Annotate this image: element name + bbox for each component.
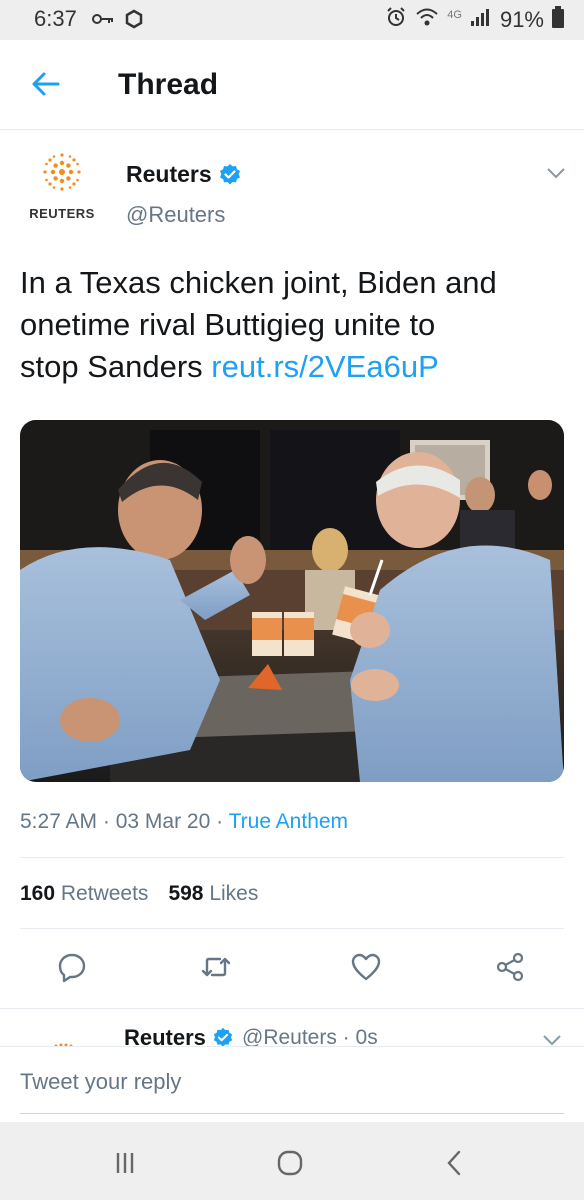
restaurant-photo-image	[20, 420, 564, 782]
tweet-text-line: onetime rival Buttigieg unite to	[20, 307, 436, 342]
wifi-icon	[415, 6, 439, 34]
avatar[interactable]: REUTERS	[20, 150, 104, 230]
author-handle[interactable]: @Reuters	[126, 202, 225, 228]
likes-label: Likes	[209, 882, 259, 905]
tweet-stats: 160 Retweets 598 Likes	[20, 882, 258, 906]
reply-underline	[20, 1113, 564, 1114]
retweets-stat[interactable]: 160 Retweets	[20, 882, 148, 906]
retweets-label: Retweets	[60, 882, 149, 905]
share-icon[interactable]	[494, 951, 526, 983]
likes-count: 598	[168, 882, 204, 905]
status-time: 6:37	[34, 6, 77, 31]
reply-icon[interactable]	[56, 951, 88, 983]
sync-icon	[124, 9, 144, 34]
key-icon	[92, 12, 114, 31]
tweet-source[interactable]: True Anthem	[229, 810, 348, 833]
tweet-text: In a Texas chicken joint, Biden and onet…	[20, 262, 570, 388]
tweet-date: 03 Mar 20	[115, 810, 211, 833]
reply-input[interactable]: Tweet your reply	[20, 1069, 181, 1095]
avatar-label: REUTERS	[29, 206, 95, 221]
like-icon[interactable]	[350, 951, 382, 983]
battery-icon	[552, 6, 564, 34]
tweet-time: 5:27 AM	[20, 810, 98, 833]
tweet-header: REUTERS Reuters @Reuters	[0, 130, 584, 240]
likes-stat[interactable]: 598 Likes	[168, 882, 258, 906]
tweet-meta: 5:27 AM · 03 Mar 20 · True Anthem	[20, 810, 349, 833]
battery-percent: 91%	[499, 7, 544, 32]
divider	[20, 928, 564, 929]
page-title: Thread	[118, 68, 219, 101]
back-button[interactable]	[28, 66, 64, 102]
signal-icon	[470, 7, 492, 33]
chevron-down-icon[interactable]	[546, 166, 566, 180]
tweet-link[interactable]: reut.rs/2VEa6uP	[211, 349, 438, 384]
network-label: 4G	[447, 9, 462, 21]
arrow-left-icon	[32, 72, 60, 96]
recent-apps-icon[interactable]	[110, 1148, 140, 1178]
action-bar	[0, 945, 584, 995]
retweet-icon[interactable]	[200, 951, 232, 983]
retweets-count: 160	[20, 882, 56, 905]
alarm-icon	[385, 6, 407, 34]
chevron-down-icon[interactable]	[542, 1033, 562, 1047]
tweet-text-line: In a Texas chicken joint, Biden and	[20, 265, 497, 300]
reply-bar: Tweet your reply	[0, 1046, 584, 1122]
app-bar: Thread	[0, 40, 584, 130]
system-nav-bar	[0, 1122, 584, 1200]
divider	[20, 857, 564, 858]
back-nav-icon[interactable]	[440, 1148, 470, 1178]
tweet-text-line: stop Sanders	[20, 349, 212, 384]
status-bar: 6:37 4G 91%	[0, 0, 584, 40]
home-icon[interactable]	[275, 1148, 305, 1178]
author-name[interactable]: Reuters	[126, 161, 212, 188]
tweet-photo[interactable]	[20, 420, 564, 782]
reuters-logo-icon	[43, 153, 81, 191]
verified-badge-icon	[220, 164, 240, 185]
